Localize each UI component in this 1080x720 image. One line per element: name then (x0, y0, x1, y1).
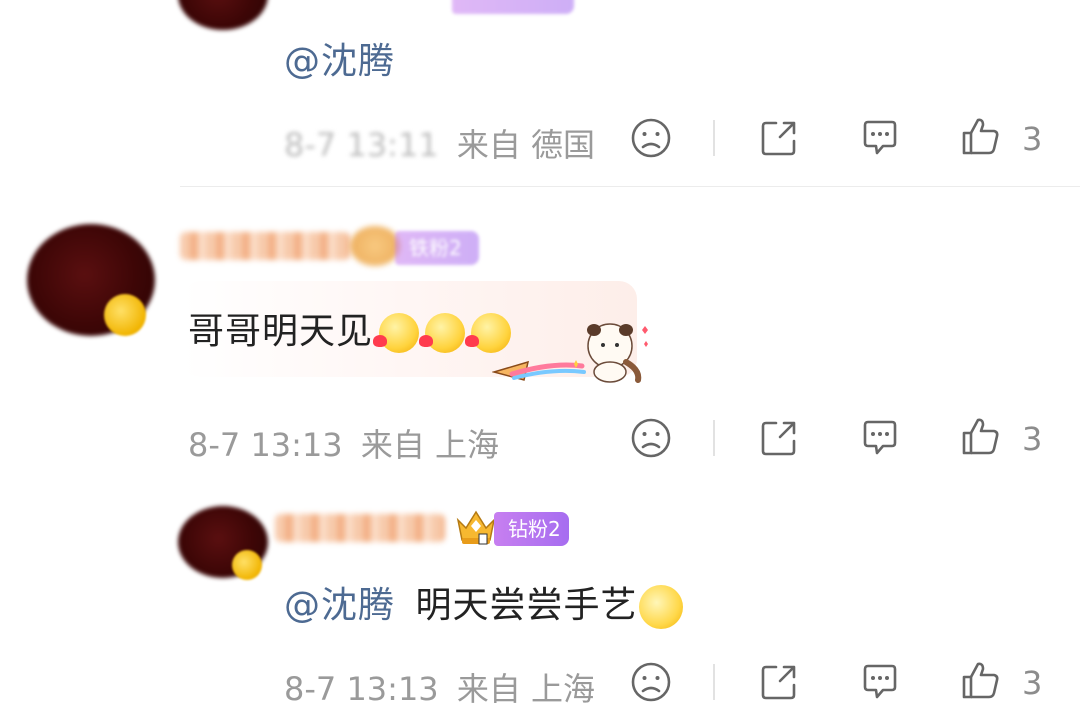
mention-link[interactable]: @沈腾 (284, 41, 395, 82)
comment-divider (180, 186, 1080, 187)
dislike-face-icon[interactable] (630, 417, 672, 459)
reply-meta: 8-7 13:13 来自 上海 (284, 664, 595, 710)
share-icon[interactable] (758, 661, 800, 703)
comment-content: 哥哥明天见 (188, 302, 512, 354)
share-icon[interactable] (758, 417, 800, 459)
avatar-badge (104, 294, 146, 336)
fan-badge (452, 0, 574, 14)
comment-icon[interactable] (859, 117, 901, 159)
comment-meta: 8-7 13:13 来自 上海 (188, 420, 499, 466)
comment-content: @沈腾 (284, 32, 395, 84)
kiss-emoji-icon (373, 313, 420, 353)
dislike-face-icon[interactable] (630, 661, 672, 703)
panda-sticker-icon (491, 322, 652, 384)
action-divider (713, 664, 715, 700)
comment-meta: 8-7 13:11 来自 德国 (284, 120, 595, 166)
share-icon[interactable] (758, 117, 800, 159)
like-count: 3 (1022, 420, 1043, 458)
reply-text: 明天尝尝手艺 (415, 585, 638, 626)
thumbs-up-icon[interactable] (960, 659, 1002, 701)
comment-icon[interactable] (859, 661, 901, 703)
crown-icon (350, 226, 400, 266)
timestamp: 8-7 13:11 (284, 126, 439, 164)
comment-text: 哥哥明天见 (188, 311, 374, 352)
comment-icon[interactable] (859, 417, 901, 459)
kiss-emoji-icon (419, 313, 466, 353)
fan-badge: 铁粉2 (395, 231, 479, 265)
thumbs-up-icon[interactable] (960, 415, 1002, 457)
location: 来自 上海 (360, 426, 500, 464)
crown-icon (454, 506, 498, 546)
timestamp: 8-7 13:13 (188, 426, 343, 464)
location: 来自 德国 (456, 126, 596, 164)
timestamp: 8-7 13:13 (284, 670, 439, 708)
glasses-emoji-icon (639, 585, 684, 629)
fan-badge: 钻粉2 (494, 512, 569, 546)
action-divider (713, 120, 715, 156)
avatar[interactable] (178, 0, 268, 30)
avatar-badge (232, 550, 262, 580)
action-divider (713, 420, 715, 456)
reply-content: @沈腾 明天尝尝手艺 (284, 576, 684, 629)
dislike-face-icon[interactable] (630, 117, 672, 159)
mention-link[interactable]: @沈腾 (284, 585, 395, 626)
thumbs-up-icon[interactable] (960, 115, 1002, 157)
like-count: 3 (1022, 664, 1043, 702)
location: 来自 上海 (456, 670, 596, 708)
username[interactable] (275, 514, 445, 542)
username[interactable] (180, 232, 350, 260)
like-count: 3 (1022, 120, 1043, 158)
